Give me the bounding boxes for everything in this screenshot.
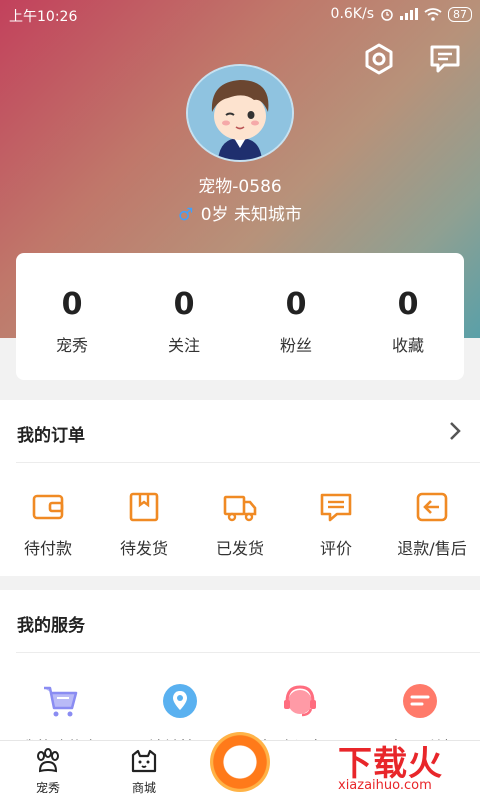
cart-icon	[44, 686, 78, 717]
section-title: 我的服务	[17, 616, 85, 636]
stats-card: 0 宠秀 0 关注 0 粉丝 0 收藏	[16, 253, 464, 380]
order-pending-shipment[interactable]: 待发货	[96, 490, 192, 559]
section-title: 我的订单	[17, 426, 85, 446]
message-icon[interactable]	[428, 42, 462, 76]
location-icon	[163, 684, 197, 718]
stat-posts[interactable]: 0 宠秀	[16, 253, 128, 380]
order-label: 退款/售后	[397, 539, 467, 558]
alarm-icon	[381, 9, 393, 21]
user-meta: ♂ 0岁 未知城市	[0, 200, 480, 225]
cartoon-avatar-illustration	[188, 66, 292, 160]
order-shipped[interactable]: 已发货	[192, 490, 288, 559]
tab-shop[interactable]: 商城	[96, 741, 192, 800]
order-label: 评价	[319, 539, 352, 558]
watermark-url: xiazaihuo.com	[338, 778, 432, 793]
return-icon	[416, 492, 448, 522]
divider	[16, 462, 480, 463]
stat-label: 关注	[167, 336, 200, 355]
settings-icon[interactable]	[362, 42, 396, 76]
stat-label: 收藏	[391, 336, 424, 355]
stat-value: 0	[397, 287, 419, 322]
stat-favorites[interactable]: 0 收藏	[352, 253, 464, 380]
headset-icon	[284, 685, 316, 717]
tab-label: 宠秀	[35, 781, 60, 795]
battery-indicator: 87	[448, 6, 472, 22]
stat-followers[interactable]: 0 粉丝	[240, 253, 352, 380]
male-gender-icon: ♂	[178, 205, 194, 225]
stat-value: 0	[173, 287, 195, 322]
wallet-icon	[32, 494, 64, 520]
order-review[interactable]: 评价	[288, 490, 384, 559]
watermark-logo-icon	[210, 732, 270, 792]
package-icon	[129, 492, 159, 522]
username: 宠物-0586	[198, 177, 282, 197]
shop-icon	[131, 749, 157, 773]
order-refund[interactable]: 退款/售后	[384, 490, 480, 559]
network-speed: 0.6K/s	[330, 6, 374, 22]
status-time: 上午10:26	[9, 9, 78, 25]
signal-icon	[400, 8, 418, 20]
watermark-overlay: 下载火 xiazaihuo.com	[208, 728, 480, 800]
order-pending-payment[interactable]: 待付款	[0, 490, 96, 559]
stat-value: 0	[61, 287, 83, 322]
truck-icon	[223, 495, 257, 522]
stat-following[interactable]: 0 关注	[128, 253, 240, 380]
user-age: 0岁	[200, 205, 229, 225]
stat-value: 0	[285, 287, 307, 322]
comment-icon	[320, 493, 352, 522]
my-services-section: 我的服务 我的购物车 地址管理 帮助与客服 意见反馈	[0, 590, 480, 757]
feedback-icon	[403, 684, 437, 718]
order-label: 待发货	[119, 539, 168, 558]
chevron-right-icon[interactable]	[448, 420, 462, 442]
order-label: 已发货	[215, 539, 264, 558]
status-bar: 上午10:26 0.6K/s 87	[0, 0, 480, 30]
user-city: 未知城市	[233, 205, 302, 225]
my-orders-section: 我的订单 待付款 待发货 已发货 评价 退款/售后	[0, 400, 480, 576]
order-label: 待付款	[23, 539, 72, 558]
stat-label: 宠秀	[55, 336, 88, 355]
avatar[interactable]	[186, 64, 294, 162]
wifi-icon	[424, 7, 442, 21]
tab-label: 商城	[131, 781, 156, 795]
paw-icon	[37, 748, 59, 773]
stat-label: 粉丝	[279, 336, 312, 355]
divider	[16, 652, 480, 653]
tab-posts[interactable]: 宠秀	[0, 741, 96, 800]
